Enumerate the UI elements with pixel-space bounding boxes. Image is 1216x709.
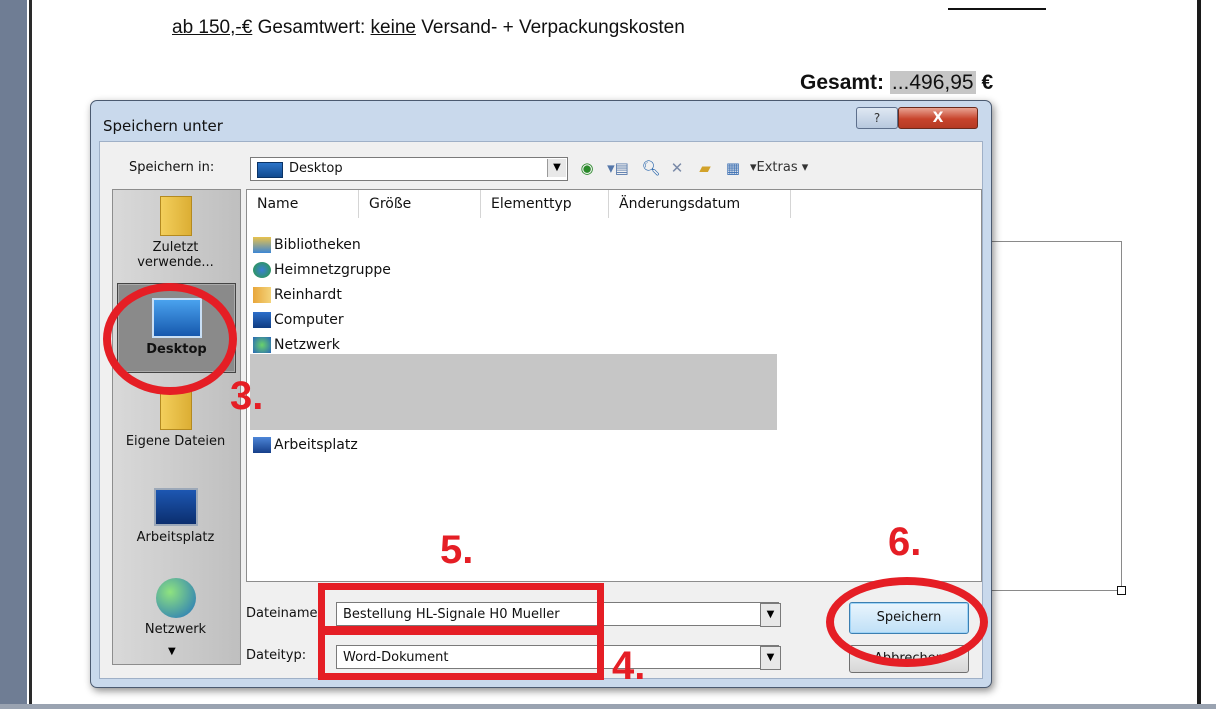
annotation-box-filetype bbox=[318, 628, 604, 680]
network-icon bbox=[155, 578, 196, 618]
recent-folder-icon bbox=[159, 196, 192, 236]
list-item[interactable]: Reinhardt bbox=[253, 284, 342, 306]
chevron-down-icon[interactable]: ▼ bbox=[547, 159, 566, 177]
annotation-step-6: 6. bbox=[888, 520, 922, 564]
close-button[interactable]: X bbox=[898, 107, 978, 129]
user-folder-icon bbox=[253, 287, 271, 303]
extras-menu[interactable]: ▾Extras ▾ bbox=[750, 157, 840, 179]
search-web-icon[interactable]: 🔍︎ bbox=[640, 157, 662, 179]
back-icon[interactable]: ◉ bbox=[576, 157, 598, 179]
scroll-down-icon[interactable]: ▼ bbox=[168, 646, 176, 657]
dialog-title: Speichern unter bbox=[103, 117, 223, 135]
computer-icon bbox=[253, 312, 271, 328]
views-icon[interactable]: ▦ bbox=[722, 157, 744, 179]
save-in-value: Desktop bbox=[289, 161, 343, 176]
document-left-edge bbox=[29, 0, 32, 709]
place-recent-label: Zuletzt verwende... bbox=[137, 240, 214, 270]
list-item[interactable]: Bibliotheken bbox=[253, 234, 361, 256]
column-size[interactable]: Größe bbox=[359, 190, 481, 218]
file-name: Heimnetzgruppe bbox=[274, 262, 391, 278]
chevron-down-icon[interactable]: ▼ bbox=[760, 646, 781, 670]
list-item[interactable]: Arbeitsplatz bbox=[253, 434, 358, 456]
file-list[interactable]: Name Größe Elementtyp Änderungsdatum Bib… bbox=[246, 189, 982, 582]
document-shipping-line: ab 150,-€ Gesamtwert: keine Versand- + V… bbox=[172, 17, 685, 39]
place-network[interactable]: Netzwerk bbox=[113, 578, 238, 637]
shortcut-icon bbox=[253, 437, 271, 453]
place-my-computer-label: Arbeitsplatz bbox=[136, 530, 215, 545]
document-keine-text: keine bbox=[370, 17, 416, 38]
column-name[interactable]: Name bbox=[247, 190, 359, 218]
document-bottom-edge bbox=[0, 704, 1216, 709]
file-name: Bibliotheken bbox=[274, 237, 361, 253]
document-total-amount: ...496,95 bbox=[889, 71, 976, 94]
redacted-area bbox=[250, 354, 777, 430]
file-name: Arbeitsplatz bbox=[274, 437, 358, 453]
document-underline-fragment bbox=[948, 8, 1046, 10]
annotation-box-filename bbox=[318, 583, 604, 633]
annotation-step-5: 5. bbox=[440, 528, 474, 572]
file-name: Computer bbox=[274, 312, 344, 328]
libraries-icon bbox=[253, 237, 271, 253]
document-text-box[interactable] bbox=[984, 241, 1122, 591]
save-in-label: Speichern in: bbox=[129, 160, 215, 175]
document-shipping-suffix: Versand- + Verpackungskosten bbox=[415, 17, 685, 38]
new-folder-icon[interactable]: ▰ bbox=[692, 157, 718, 179]
annotation-circle-save bbox=[826, 577, 988, 667]
filename-label: Dateiname: bbox=[246, 606, 322, 621]
document-right-margin bbox=[1201, 0, 1216, 709]
list-item[interactable]: Heimnetzgruppe bbox=[253, 259, 391, 281]
desktop-icon bbox=[257, 162, 283, 178]
delete-icon[interactable]: ✕ bbox=[666, 157, 688, 179]
help-button[interactable]: ? bbox=[856, 107, 898, 129]
up-folder-icon[interactable]: ▾▤ bbox=[602, 157, 634, 179]
text-box-resize-handle[interactable] bbox=[1117, 586, 1126, 595]
column-date[interactable]: Änderungsdatum bbox=[609, 190, 791, 218]
file-name: Netzwerk bbox=[274, 337, 340, 353]
place-network-label: Netzwerk bbox=[144, 622, 207, 637]
place-my-computer[interactable]: Arbeitsplatz bbox=[113, 488, 238, 545]
file-name: Reinhardt bbox=[274, 287, 342, 303]
chevron-down-icon[interactable]: ▼ bbox=[760, 603, 781, 627]
document-total: Gesamt: ...496,95 € bbox=[800, 71, 993, 95]
place-recent[interactable]: Zuletzt verwende... bbox=[113, 196, 238, 270]
place-my-documents-label: Eigene Dateien bbox=[125, 434, 226, 449]
my-computer-icon bbox=[153, 488, 198, 526]
homegroup-icon bbox=[253, 262, 271, 278]
save-in-dropdown[interactable]: Desktop ▼ bbox=[250, 157, 568, 181]
place-my-documents[interactable]: Eigene Dateien bbox=[113, 390, 238, 449]
document-total-currency: € bbox=[981, 71, 994, 94]
document-total-label: Gesamt: bbox=[800, 71, 885, 94]
list-item[interactable]: Computer bbox=[253, 309, 344, 331]
places-bar: Zuletzt verwende... Desktop Eigene Datei… bbox=[112, 189, 241, 665]
document-left-margin bbox=[0, 0, 27, 709]
document-price-threshold: ab 150,-€ bbox=[172, 17, 253, 38]
my-documents-icon bbox=[159, 390, 192, 430]
document-gesamtwert-text: Gesamtwert: bbox=[252, 17, 371, 38]
annotation-step-3: 3. bbox=[230, 374, 264, 418]
annotation-circle-desktop bbox=[103, 283, 237, 395]
annotation-step-4: 4. bbox=[612, 644, 646, 688]
list-item[interactable]: Netzwerk bbox=[253, 334, 340, 356]
filetype-label: Dateityp: bbox=[246, 648, 307, 663]
column-type[interactable]: Elementtyp bbox=[481, 190, 609, 218]
network-icon bbox=[253, 337, 271, 353]
